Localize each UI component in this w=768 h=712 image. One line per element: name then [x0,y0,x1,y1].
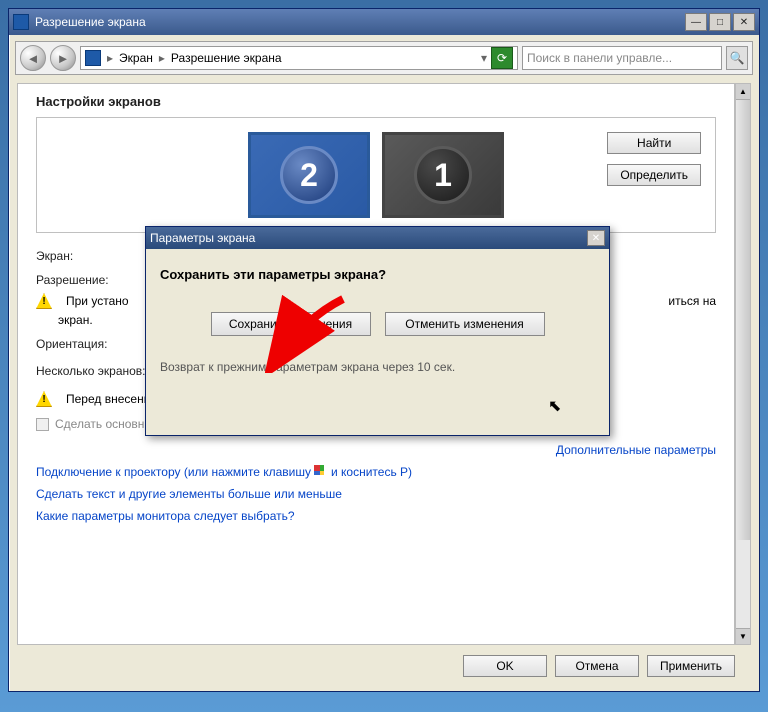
revert-changes-button[interactable]: Отменить изменения [385,312,545,336]
primary-monitor-checkbox [36,418,49,431]
search-placeholder: Поиск в панели управле... [527,51,672,65]
minimize-button[interactable]: — [685,13,707,31]
crumb-resolution[interactable]: Разрешение экрана [171,51,282,65]
monitor-icon [85,50,101,66]
search-button[interactable]: 🔍 [726,46,748,70]
scroll-thumb[interactable] [736,100,750,540]
confirm-dialog: Параметры экрана ✕ Сохранить эти парамет… [145,226,610,436]
monitor-2[interactable]: 2 [248,132,370,218]
warning-icon: ! [36,293,52,309]
ok-button[interactable]: OK [463,655,547,677]
dialog-question: Сохранить эти параметры экрана? [160,267,595,282]
monitor-1[interactable]: 1 [382,132,504,218]
text-size-link[interactable]: Сделать текст и другие элементы больше и… [36,487,716,501]
section-title: Настройки экранов [36,94,716,109]
refresh-icon[interactable]: ⟳ [491,47,513,69]
warning-icon: ! [36,391,52,407]
warn-text-1b: иться на [668,294,716,308]
monitor-help-link[interactable]: Какие параметры монитора следует выбрать… [36,509,716,523]
nav-back-button[interactable]: ◄ [20,45,46,71]
maximize-button[interactable]: □ [709,13,731,31]
advanced-settings-link[interactable]: Дополнительные параметры [36,443,716,457]
save-changes-button[interactable]: Сохранить изменения [211,312,371,336]
label-screen: Экран: [36,249,161,263]
identify-button[interactable]: Определить [607,164,701,186]
find-button[interactable]: Найти [607,132,701,154]
cancel-button[interactable]: Отмена [555,655,639,677]
vertical-scrollbar[interactable]: ▲ ▼ [735,83,751,645]
label-orientation: Ориентация: [36,337,161,351]
warn-text-1a: При устано [66,294,129,308]
monitor-1-label: 1 [414,146,472,204]
label-resolution: Разрешение: [36,273,161,287]
nav-toolbar: ◄ ► Экран Разрешение экрана ▾ ⟳ Поиск в … [15,41,753,75]
scroll-down-button[interactable]: ▼ [736,628,750,644]
app-icon [13,14,29,30]
monitor-2-label: 2 [280,146,338,204]
scroll-up-button[interactable]: ▲ [736,84,750,100]
nav-forward-button[interactable]: ► [50,45,76,71]
apply-button[interactable]: Применить [647,655,735,677]
projector-link[interactable]: Подключение к проектору (или нажмите кла… [36,465,716,479]
window-titlebar: Разрешение экрана — □ ✕ [9,9,759,35]
search-input[interactable]: Поиск в панели управле... [522,46,722,70]
dialog-close-button[interactable]: ✕ [587,230,605,246]
dialog-titlebar: Параметры экрана ✕ [146,227,609,249]
dialog-countdown: Возврат к прежним параметрам экрана чере… [160,360,595,374]
windows-key-icon [314,465,328,479]
window-title: Разрешение экрана [35,15,685,29]
monitor-preview-box: 2 1 Найти Определить [36,117,716,233]
crumb-screen[interactable]: Экран [119,51,153,65]
dialog-title: Параметры экрана [150,231,255,245]
close-button[interactable]: ✕ [733,13,755,31]
breadcrumb[interactable]: Экран Разрешение экрана ▾ ⟳ [80,46,518,70]
